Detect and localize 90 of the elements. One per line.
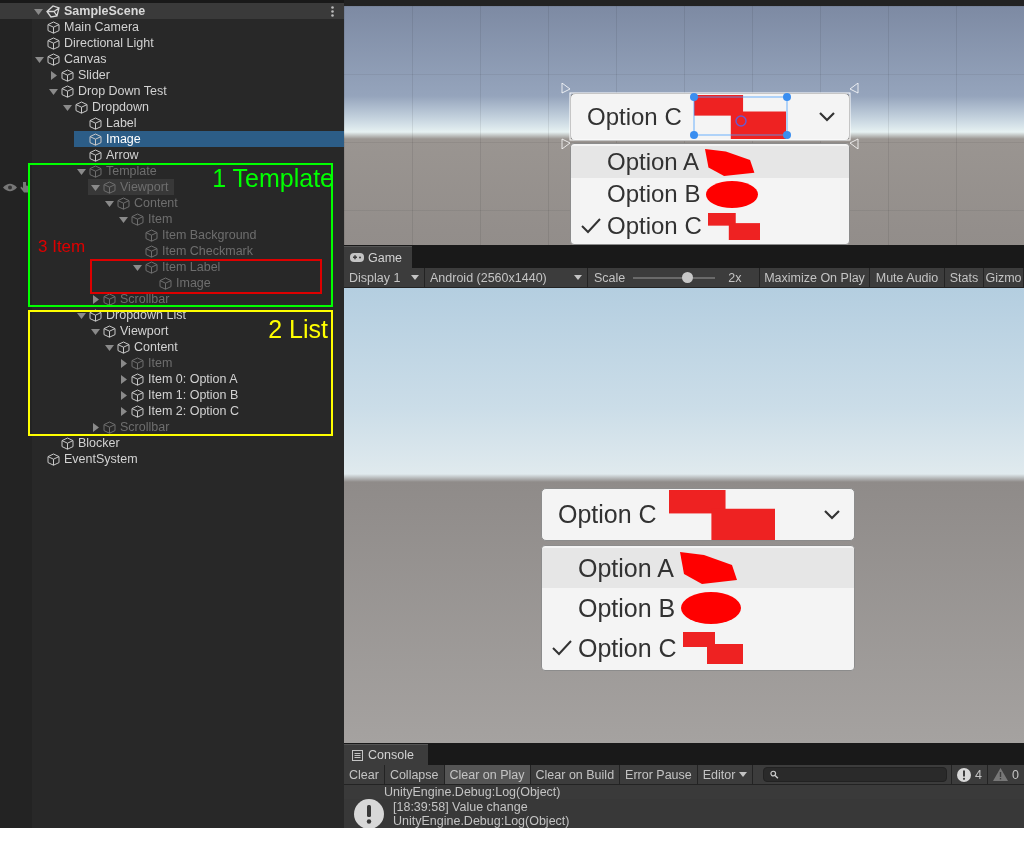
info-icon	[957, 767, 972, 782]
cube-icon	[103, 420, 116, 434]
blocks-icon	[682, 632, 743, 664]
cube-icon	[89, 308, 102, 322]
cube-icon	[47, 20, 60, 34]
log-trace[interactable]: UnityEngine.Debug:Log(Object)	[393, 813, 570, 828]
tree-item[interactable]: Drop Down Test	[46, 83, 167, 99]
dropdown-option[interactable]: Option C	[571, 210, 849, 242]
toolbar-toggle[interactable]: Clear on Play	[444, 765, 531, 784]
dropdown-option[interactable]: Option A	[571, 146, 849, 178]
ellipse-icon	[681, 592, 742, 624]
tree-item[interactable]: Dropdown	[60, 99, 149, 115]
tree-item[interactable]: Label	[74, 115, 137, 131]
tree-item[interactable]: Main Camera	[32, 19, 140, 35]
visibility-eye-icon[interactable]	[3, 182, 17, 192]
tree-item[interactable]: Image	[74, 131, 344, 147]
cube-icon	[131, 404, 144, 418]
log-trace[interactable]: UnityEngine.Debug:Log(Object)	[384, 785, 561, 799]
annotation-label: 1 Template	[212, 163, 334, 193]
tree-item[interactable]: EventSystem	[32, 451, 138, 467]
cube-icon	[103, 324, 116, 338]
cube-icon	[61, 436, 74, 450]
game-tab[interactable]: Game	[344, 246, 413, 268]
cube-icon	[75, 100, 88, 114]
cube-icon	[131, 212, 144, 226]
disclosure-triangle-icon[interactable]	[76, 310, 86, 320]
tree-item[interactable]: Content	[102, 339, 178, 355]
search-icon	[770, 770, 779, 779]
cube-icon	[89, 132, 102, 146]
tree-item[interactable]: Canvas	[32, 51, 107, 67]
blob-icon	[679, 552, 740, 584]
cube-icon	[145, 260, 158, 274]
caption-image-icon	[693, 95, 786, 139]
cube-icon	[103, 292, 116, 306]
toolbar-toggle[interactable]: Gizmo	[984, 268, 1024, 287]
tree-item[interactable]: Arrow	[74, 147, 139, 163]
annotation-label: 3 Item	[38, 237, 86, 258]
ellipse-icon	[706, 180, 759, 208]
cube-icon	[61, 68, 74, 82]
list-icon	[352, 749, 363, 761]
cube-icon	[89, 116, 102, 130]
check-icon	[552, 639, 572, 657]
tree-item[interactable]: Item 2: Option C	[116, 403, 239, 419]
cube-icon	[131, 372, 144, 386]
pick-hand-icon[interactable]	[20, 181, 30, 193]
cube-icon	[145, 228, 158, 242]
logo-icon	[46, 4, 60, 18]
slider-thumb[interactable]	[681, 271, 693, 283]
tree-item[interactable]: Item 0: Option A	[116, 371, 238, 387]
cube-icon	[89, 164, 102, 178]
search-field[interactable]	[763, 767, 948, 782]
cube-icon	[61, 84, 74, 98]
cube-icon	[47, 36, 60, 50]
gamepad-icon	[350, 253, 364, 262]
caret-icon	[739, 772, 748, 777]
annotation-label: 2 List	[268, 314, 328, 344]
caption-image-icon	[668, 489, 775, 540]
chevron-down-icon	[819, 112, 835, 122]
cube-icon	[159, 276, 172, 290]
dropdown-option[interactable]: Option B	[542, 588, 854, 628]
cube-icon	[145, 244, 158, 258]
cube-icon	[89, 148, 102, 162]
tree-item[interactable]: Blocker	[46, 435, 120, 451]
cube-icon	[47, 452, 60, 466]
scene-header[interactable]: SampleScene	[0, 3, 344, 19]
caret-icon	[411, 275, 419, 280]
cube-icon	[103, 180, 116, 194]
warning-icon	[993, 768, 1009, 781]
tree-item[interactable]: Slider	[46, 67, 110, 83]
cube-icon	[47, 52, 60, 66]
cube-icon	[117, 340, 130, 354]
console-tab[interactable]: Console	[344, 744, 428, 765]
scale-label: Scale	[594, 270, 626, 285]
dropdown-option[interactable]: Option A	[542, 548, 854, 588]
tree-item[interactable]: Directional Light	[32, 35, 154, 51]
dropdown[interactable]: Option C	[541, 488, 855, 541]
check-icon	[581, 217, 601, 235]
cube-icon	[131, 388, 144, 402]
scale-value: 2x	[728, 270, 742, 285]
blocks-icon	[707, 212, 760, 240]
dropdown-option[interactable]: Option C	[542, 628, 854, 668]
more-menu-icon[interactable]	[331, 5, 334, 17]
caret-icon	[574, 275, 582, 280]
cube-icon	[117, 196, 130, 210]
dropdown-option[interactable]: Option B	[571, 178, 849, 210]
chevron-down-icon	[824, 509, 840, 520]
tree-item[interactable]: Item 1: Option B	[116, 387, 239, 403]
cube-icon	[131, 356, 144, 370]
log-message[interactable]: [18:39:58] Value change	[393, 799, 570, 814]
tree-item[interactable]: Viewport	[88, 323, 169, 339]
